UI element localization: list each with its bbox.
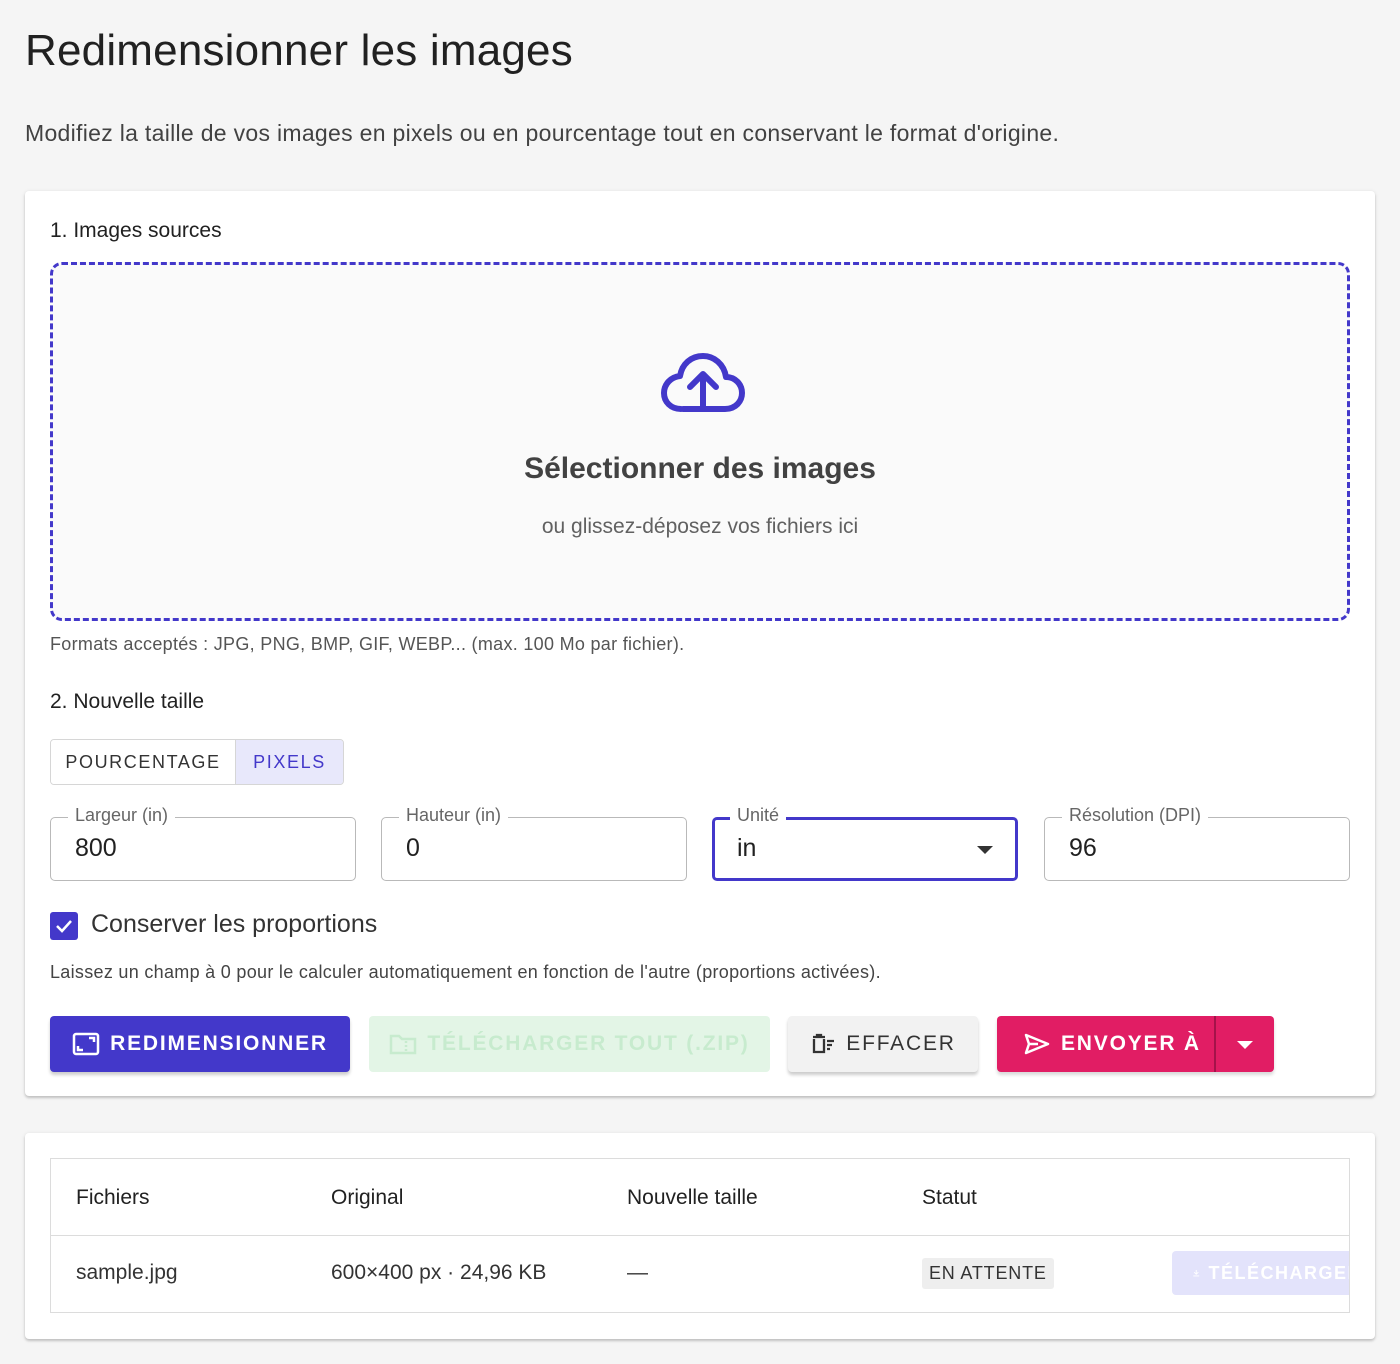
page-subtitle: Modifiez la taille de vos images en pixe… xyxy=(25,120,1060,146)
mode-pixels-button[interactable]: PIXELS xyxy=(236,740,343,784)
send-to-button[interactable]: ENVOYER À xyxy=(997,1016,1216,1072)
delete-sweep-icon xyxy=(813,1033,835,1054)
dropdown-arrow-icon xyxy=(977,846,993,854)
header-original: Original xyxy=(331,1186,404,1209)
section-title-sources: 1. Images sources xyxy=(50,219,222,242)
header-files: Fichiers xyxy=(76,1186,150,1209)
section-title-size: 2. Nouvelle taille xyxy=(50,690,205,713)
height-field: Hauteur (in) xyxy=(381,805,687,881)
download-file-button[interactable]: TÉLÉCHARGER xyxy=(1172,1251,1350,1295)
header-status: Statut xyxy=(922,1186,977,1209)
resize-button[interactable]: REDIMENSIONNER xyxy=(50,1016,350,1072)
clear-button[interactable]: EFFACER xyxy=(788,1016,978,1072)
height-input[interactable] xyxy=(406,834,626,863)
keep-ratio-label[interactable]: Conserver les proportions xyxy=(91,910,377,939)
aspect-ratio-icon xyxy=(72,1032,100,1056)
download-icon xyxy=(1193,1270,1200,1277)
resolution-field: Résolution (DPI) xyxy=(1044,805,1350,881)
resolution-label: Résolution (DPI) xyxy=(1062,805,1209,826)
width-label: Largeur (in) xyxy=(68,805,176,826)
send-icon xyxy=(1024,1033,1050,1055)
send-to-menu-button[interactable] xyxy=(1216,1016,1272,1072)
check-icon xyxy=(56,920,72,933)
resolution-input[interactable] xyxy=(1069,834,1289,863)
files-table: Fichiers Original Nouvelle taille Statut… xyxy=(50,1158,1350,1313)
files-table-card: Fichiers Original Nouvelle taille Statut… xyxy=(25,1133,1375,1339)
page-title: Redimensionner les images xyxy=(25,26,573,75)
dropzone-hint: ou glissez-déposez vos fichiers ici xyxy=(541,515,859,538)
formats-note: Formats acceptés : JPG, PNG, BMP, GIF, W… xyxy=(50,634,685,654)
download-file-label: TÉLÉCHARGER xyxy=(1208,1262,1350,1283)
status-badge: EN ATTENTE xyxy=(922,1258,1054,1289)
send-to-split-button: ENVOYER À xyxy=(997,1016,1274,1072)
clear-button-label: EFFACER xyxy=(846,1032,956,1055)
cloud-upload-icon xyxy=(661,353,745,412)
header-new-size: Nouvelle taille xyxy=(627,1186,758,1209)
file-dropzone[interactable]: Sélectionner des images ou glissez-dépos… xyxy=(50,262,1350,621)
width-field: Largeur (in) xyxy=(50,805,356,881)
resize-form-card: 1. Images sources Sélectionner des image… xyxy=(25,191,1375,1096)
size-mode-toggle: POURCENTAGE PIXELS xyxy=(50,739,344,785)
unit-select[interactable]: Unité in xyxy=(712,805,1018,881)
cell-file-name: sample.jpg xyxy=(76,1261,178,1284)
dropzone-title: Sélectionner des images xyxy=(524,452,876,485)
width-input[interactable] xyxy=(75,834,295,863)
download-zip-label: TÉLÉCHARGER TOUT (.ZIP) xyxy=(427,1032,750,1055)
keep-ratio-checkbox[interactable] xyxy=(50,912,78,940)
help-text: Laissez un champ à 0 pour le calculer au… xyxy=(50,962,881,982)
height-label: Hauteur (in) xyxy=(399,805,509,826)
header-divider xyxy=(51,1235,1349,1236)
chevron-down-icon xyxy=(1237,1041,1253,1049)
unit-label: Unité xyxy=(730,805,787,826)
cell-original: 600×400 px · 24,96 KB xyxy=(331,1261,547,1284)
send-to-label: ENVOYER À xyxy=(1061,1032,1201,1055)
download-zip-button[interactable]: TÉLÉCHARGER TOUT (.ZIP) xyxy=(369,1016,770,1072)
mode-percentage-button[interactable]: POURCENTAGE xyxy=(51,740,236,784)
cell-new-size: — xyxy=(627,1261,648,1284)
unit-value: in xyxy=(737,834,757,862)
resize-button-label: REDIMENSIONNER xyxy=(110,1032,328,1055)
folder-zip-icon xyxy=(390,1034,417,1055)
